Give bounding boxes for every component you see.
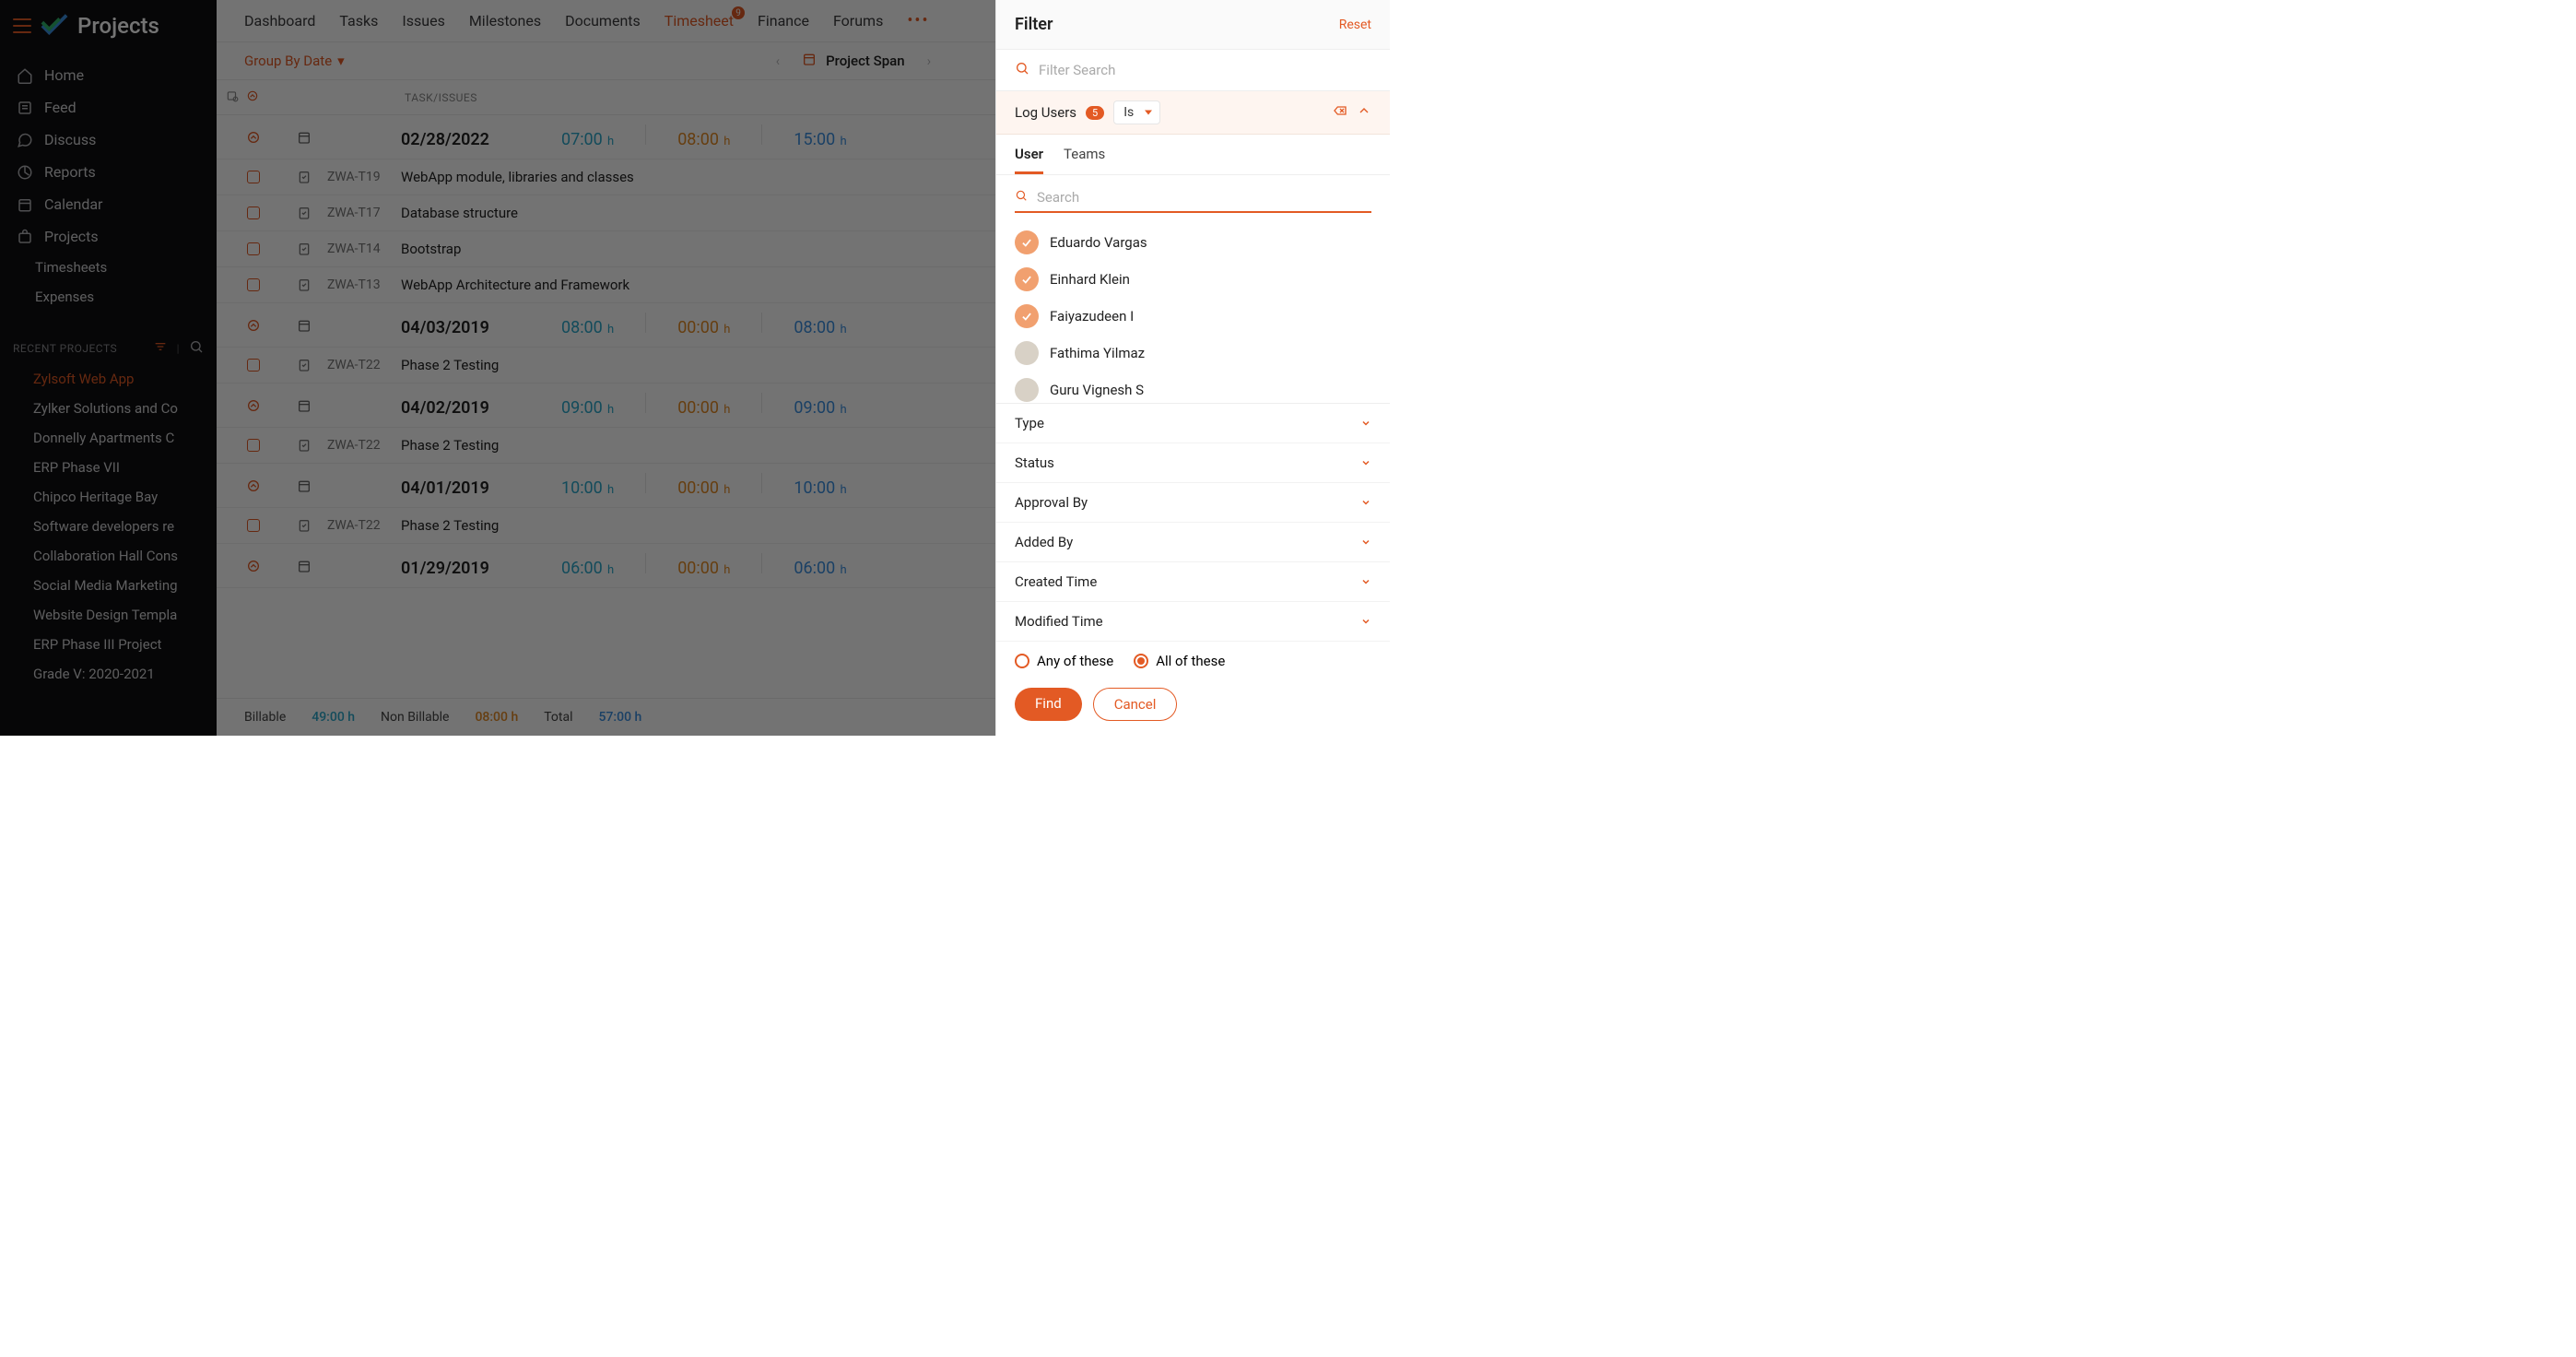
filter-section[interactable]: Created Time: [996, 562, 1390, 602]
match-any-label: Any of these: [1037, 653, 1113, 669]
user-name: Fathima Yilmaz: [1050, 345, 1145, 361]
filter-user-option[interactable]: Einhard Klein: [1007, 261, 1379, 298]
avatar: [1015, 378, 1039, 402]
filter-section[interactable]: Status: [996, 443, 1390, 483]
filter-reset-button[interactable]: Reset: [1339, 18, 1371, 32]
filter-section-label: Modified Time: [1015, 613, 1103, 630]
filter-section-label: Status: [1015, 454, 1054, 471]
filter-section[interactable]: Added By: [996, 523, 1390, 562]
filter-search-input[interactable]: [1039, 62, 1371, 78]
filter-user-option[interactable]: Faiyazudeen I: [1007, 298, 1379, 335]
filter-user-option[interactable]: Eduardo Vargas: [1007, 224, 1379, 261]
filter-section[interactable]: Approval By: [996, 483, 1390, 523]
filter-section-label: Type: [1015, 415, 1044, 431]
search-icon: [1015, 188, 1028, 206]
match-all-radio[interactable]: All of these: [1134, 653, 1225, 669]
match-all-label: All of these: [1156, 653, 1225, 669]
filter-match-mode: Any of these All of these: [996, 642, 1390, 680]
user-name: Eduardo Vargas: [1050, 234, 1147, 251]
user-name: Faiyazudeen I: [1050, 308, 1134, 324]
user-search-input[interactable]: [1037, 189, 1371, 206]
check-icon: [1015, 230, 1039, 254]
filter-header: Filter Reset: [996, 0, 1390, 50]
criteria-operator-dropdown[interactable]: Is: [1113, 100, 1160, 124]
filter-criteria-row: Log Users 5 Is: [996, 91, 1390, 135]
cancel-button[interactable]: Cancel: [1093, 688, 1178, 721]
filter-section-label: Approval By: [1015, 494, 1088, 511]
filter-title: Filter: [1015, 15, 1053, 34]
filter-user-option[interactable]: Fathima Yilmaz: [1007, 335, 1379, 372]
subtab-user[interactable]: User: [1015, 146, 1043, 174]
search-icon: [1015, 61, 1029, 79]
filter-panel: Filter Reset Log Users 5 Is User Teams E…: [995, 0, 1390, 736]
filter-section[interactable]: Modified Time: [996, 602, 1390, 642]
filter-section-label: Created Time: [1015, 573, 1097, 590]
filter-actions: Find Cancel: [996, 680, 1390, 736]
filter-sections: Type Status Approval By Added By Created Tim…: [996, 403, 1390, 642]
collapse-criteria-icon[interactable]: [1357, 103, 1371, 122]
filter-user-option[interactable]: Guru Vignesh S: [1007, 372, 1379, 403]
filter-search: [996, 50, 1390, 91]
subtab-teams[interactable]: Teams: [1064, 146, 1105, 174]
user-name: Einhard Klein: [1050, 271, 1130, 288]
user-name: Guru Vignesh S: [1050, 382, 1144, 398]
user-search: [1015, 183, 1371, 213]
criteria-count-badge: 5: [1086, 106, 1104, 120]
user-list: Eduardo Vargas Einhard Klein Faiyazudeen I…: [996, 218, 1390, 403]
filter-subtabs: User Teams: [996, 135, 1390, 175]
filter-section[interactable]: Type: [996, 404, 1390, 443]
check-icon: [1015, 304, 1039, 328]
check-icon: [1015, 267, 1039, 291]
filter-section-label: Added By: [1015, 534, 1073, 550]
find-button[interactable]: Find: [1015, 688, 1082, 721]
avatar: [1015, 341, 1039, 365]
clear-criteria-icon[interactable]: [1333, 103, 1347, 122]
match-any-radio[interactable]: Any of these: [1015, 653, 1113, 669]
criteria-label: Log Users: [1015, 104, 1076, 121]
